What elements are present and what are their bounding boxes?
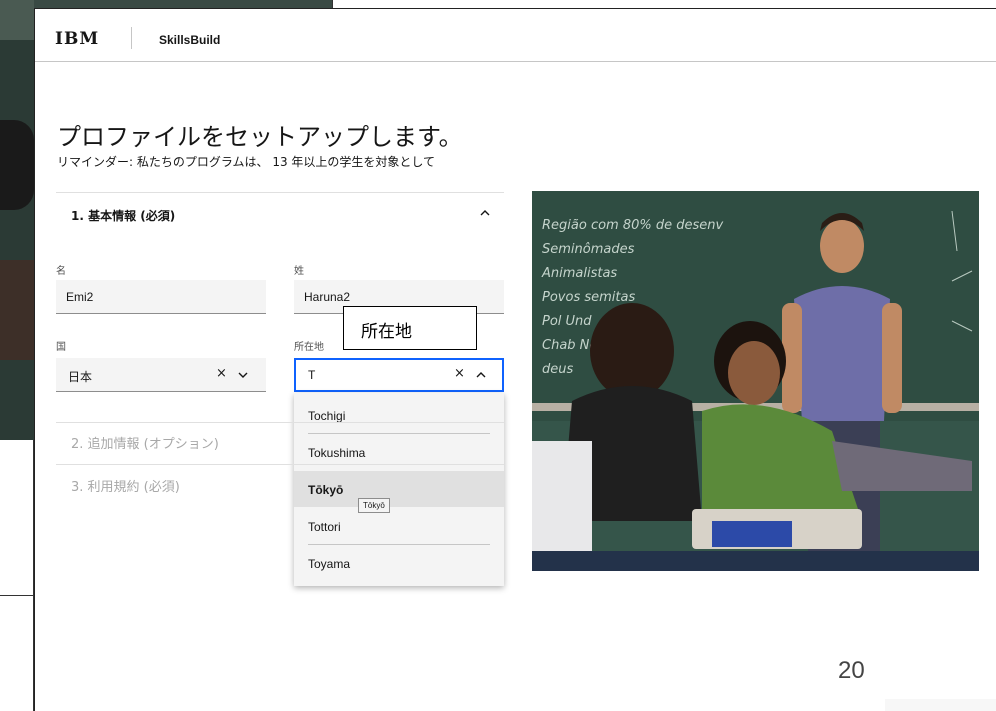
close-icon[interactable]: × [454,366,465,381]
chevron-up-icon[interactable] [476,371,486,379]
chevron-up-icon[interactable] [479,208,491,218]
first-name-field[interactable]: Emi2 [56,280,266,314]
dropdown-option-hovered[interactable]: Tōkyō [294,471,504,507]
section-terms-title[interactable]: 3. 利用規約 (必須) [71,476,180,495]
background-photo-strip [34,0,332,8]
screenshot-panel: IBM SkillsBuild プロファイルをセットアップします。 リマインダー… [34,8,996,711]
divider [0,595,34,596]
dropdown-option[interactable]: Tottori [294,508,504,544]
dropdown-option[interactable]: Toyama [294,545,504,581]
country-value: 日本 [68,370,93,384]
divider [332,0,333,8]
annotation-callout: 所在地 [343,306,477,350]
background-shape [0,260,34,360]
top-header: IBM SkillsBuild [35,9,996,62]
chalk-text: Pol Und [542,314,592,329]
background-shape [0,0,34,40]
chevron-down-icon[interactable] [238,371,248,379]
section-additional-info-title[interactable]: 2. 追加情報 (オプション) [71,433,219,452]
divider [56,464,504,465]
slide-page-number: 20 [838,657,865,684]
first-name-label: 名 [56,266,66,277]
close-icon[interactable]: × [216,366,227,381]
location-input-value: T [308,368,316,382]
country-label: 国 [56,342,66,353]
header-divider [131,27,132,49]
corner-fade [885,699,996,711]
chalk-text: Região com 80% de desenv [542,218,724,233]
page-subtitle: リマインダー: 私たちのプログラムは、 13 年以上の学生を対象として [57,155,436,169]
section-basic-info-title[interactable]: 1. 基本情報 (必須) [71,207,175,224]
chalk-text: Povos semitas [542,290,635,305]
classroom-illustration: Região com 80% de desenv Seminômades Ani… [532,191,979,571]
option-tooltip: Tōkyō [358,498,390,513]
location-combobox[interactable]: T × [294,358,504,392]
ibm-logo[interactable]: IBM [55,29,99,49]
product-name[interactable]: SkillsBuild [159,33,220,47]
classroom-photo: Região com 80% de desenv Seminômades Ani… [532,191,979,571]
background-frame [0,440,34,711]
location-label: 所在地 [294,342,324,353]
country-select[interactable]: 日本 × [56,358,266,392]
dropdown-option[interactable]: Tochigi [294,397,504,433]
chalk-text: Animalistas [541,266,617,281]
background-photo-fragment [0,0,34,440]
chalk-text: deus [542,362,573,377]
last-name-label: 姓 [294,266,304,277]
chalk-text: Seminômades [542,242,635,257]
divider [56,422,504,423]
background-shape [0,120,34,210]
divider [56,192,504,193]
chalk-text: Chab Ne [542,338,597,353]
page-title: プロファイルをセットアップします。 [57,123,463,151]
